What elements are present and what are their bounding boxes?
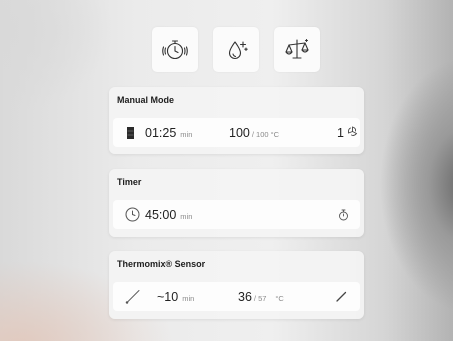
timer-time-display[interactable]: 45:00 min [145,208,192,222]
timer-mode-tile[interactable] [152,27,198,72]
sensor-time-value: ~10 [157,290,179,304]
timer-row[interactable]: 45:00 min [113,200,360,229]
manual-time-display[interactable]: 01:25 min [145,126,192,140]
timer-title: Timer [117,177,142,187]
clock-icon [125,207,140,222]
manual-speed-value: 1 [337,126,344,140]
sensor-time-display[interactable]: ~10 min [157,290,194,304]
manual-speed-display[interactable]: 1 [337,126,358,140]
speed-icon [347,126,358,137]
drops-sparkle-icon [221,37,251,63]
sensor-temp-value: 36 [238,290,252,304]
sensor-temp-target: / 57 [253,294,267,303]
timer-time-unit: min [180,212,193,221]
manual-temp-max: / 100 °C [251,130,280,139]
scale-mode-tile[interactable] [274,27,320,72]
mixing-bowl-icon [126,126,135,140]
manual-temp-value: 100 [229,126,250,140]
timer-icon [160,37,190,63]
manual-temperature-display[interactable]: 100 / 100 °C [229,126,279,140]
timer-time-value: 45:00 [145,208,177,222]
sensor-temperature-display[interactable]: 36 / 57 °C [238,290,284,304]
manual-mode-title: Manual Mode [117,95,175,105]
manual-time-value: 01:25 [145,126,177,140]
manual-mode-card[interactable]: Manual Mode 01:25 min 100 / 100 °C 1 [109,87,364,154]
manual-mode-settings-row[interactable]: 01:25 min 100 / 100 °C 1 [113,118,360,147]
timer-card[interactable]: Timer 45:00 min [109,169,364,237]
sensor-temp-unit: °C [275,294,284,303]
sensor-time-unit: min [182,294,195,303]
scale-icon [282,37,312,63]
probe-icon [125,289,141,304]
manual-time-unit: min [180,130,193,139]
edit-probe-icon[interactable] [335,290,348,303]
sensor-row[interactable]: ~10 min 36 / 57 °C [113,282,360,311]
sensor-card[interactable]: Thermomix® Sensor ~10 min 36 / 57 °C [109,251,364,319]
stopwatch-icon[interactable] [338,209,349,221]
sensor-title: Thermomix® Sensor [117,259,206,269]
drops-mode-tile[interactable] [213,27,259,72]
